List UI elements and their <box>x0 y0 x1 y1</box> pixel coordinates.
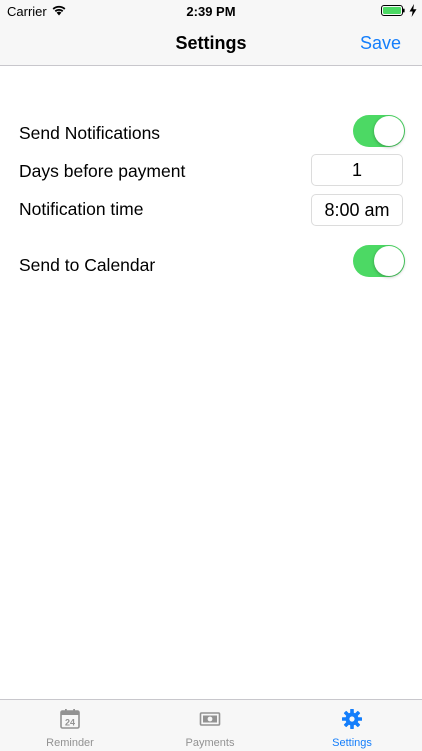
send-notifications-toggle[interactable] <box>353 115 405 147</box>
bolt-icon <box>409 4 417 17</box>
tab-payments[interactable]: Payments <box>140 700 280 751</box>
tab-label-reminder: Reminder <box>46 737 94 749</box>
battery-icon <box>381 5 405 16</box>
tab-label-payments: Payments <box>185 737 235 749</box>
tab-bar: 24 Reminder Payments Settings <box>0 699 422 751</box>
status-bar: Carrier 2:39 PM <box>0 0 422 22</box>
calendar-icon: 24 <box>60 709 80 729</box>
send-notifications-label: Send Notifications <box>19 123 161 143</box>
notification-time-label: Notification time <box>19 199 144 219</box>
status-time: 2:39 PM <box>186 4 236 19</box>
toggle-knob <box>374 116 404 146</box>
gear-icon <box>342 709 362 729</box>
tab-settings[interactable]: Settings <box>282 700 422 751</box>
send-to-calendar-label: Send to Calendar <box>19 255 156 275</box>
nav-bar: Settings Save <box>0 22 422 66</box>
money-icon <box>199 712 221 726</box>
send-to-calendar-toggle[interactable] <box>353 245 405 277</box>
tab-reminder[interactable]: 24 Reminder <box>0 700 140 751</box>
page-title: Settings <box>175 33 247 53</box>
save-button[interactable]: Save <box>360 33 401 54</box>
notification-time-field[interactable]: 8:00 am <box>311 194 403 226</box>
tab-label-settings: Settings <box>332 737 372 749</box>
calendar-icon-day: 24 <box>65 718 75 728</box>
days-before-payment-field[interactable]: 1 <box>311 154 403 186</box>
days-before-payment-label: Days before payment <box>19 161 186 181</box>
toggle-knob <box>374 246 404 276</box>
